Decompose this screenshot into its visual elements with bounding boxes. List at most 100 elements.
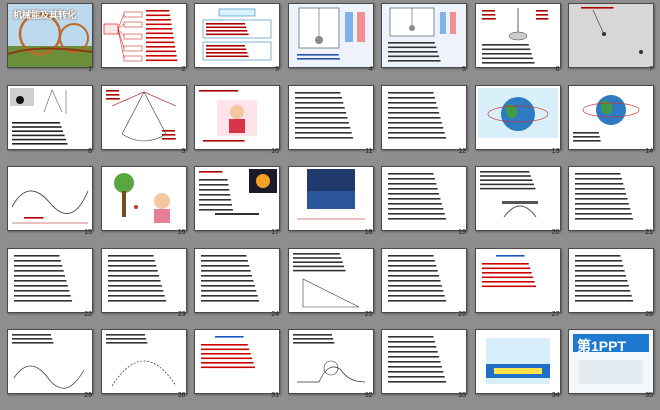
slide-thumbnail-14[interactable]: 14 xyxy=(565,82,659,163)
slide-content xyxy=(292,334,365,383)
slide-preview[interactable] xyxy=(194,3,280,68)
slide-number: 6 xyxy=(555,66,560,73)
slide-content xyxy=(202,8,272,61)
slide-preview[interactable] xyxy=(7,84,93,150)
slide-preview[interactable] xyxy=(381,329,467,394)
slide-content xyxy=(388,173,447,220)
slide-content xyxy=(201,254,260,302)
slide-thumbnail-28[interactable]: 28 xyxy=(565,245,659,326)
slide-number: 32 xyxy=(364,392,373,399)
slide-preview[interactable] xyxy=(568,3,654,68)
slide-number: 3 xyxy=(275,66,279,73)
slide-thumbnail-11[interactable]: 11 xyxy=(285,82,379,163)
slide-content xyxy=(14,254,73,302)
slide-preview[interactable] xyxy=(287,247,374,313)
slide-thumbnail-21[interactable]: 21 xyxy=(565,163,659,244)
slide-number: 27 xyxy=(551,310,560,318)
slide-thumbnail-5[interactable]: 5 xyxy=(378,0,472,81)
slide-preview[interactable] xyxy=(381,3,467,68)
slide-preview[interactable] xyxy=(474,166,561,231)
slide-preview[interactable]: 第1PPT xyxy=(568,329,654,394)
slide-number: 13 xyxy=(551,147,560,155)
slide-preview[interactable] xyxy=(568,84,654,150)
slide-preview[interactable] xyxy=(194,329,280,394)
slide-thumbnail-18[interactable]: 18 xyxy=(285,163,379,244)
slide-content xyxy=(294,91,353,139)
slide-number: 25 xyxy=(364,310,373,318)
slide-preview[interactable] xyxy=(100,329,187,394)
slide-thumbnail-22[interactable]: 22 xyxy=(4,245,98,326)
slide-content xyxy=(573,94,640,142)
slide-thumbnail-33[interactable]: 33 xyxy=(378,326,472,407)
slide-thumbnail-16[interactable]: 16 xyxy=(98,163,192,244)
slide-thumbnail-13[interactable]: 13 xyxy=(472,82,566,163)
slide-preview[interactable] xyxy=(568,166,654,231)
slide-thumbnail-23[interactable]: 23 xyxy=(98,245,192,326)
slide-thumbnail-30[interactable]: 30 xyxy=(98,326,192,407)
slide-preview[interactable] xyxy=(474,84,561,150)
slide-thumbnail-2[interactable]: 2 xyxy=(98,0,192,81)
slide-preview[interactable] xyxy=(474,247,561,313)
slide-thumbnail-34[interactable]: 34 xyxy=(472,326,566,407)
slide-preview[interactable] xyxy=(100,84,187,150)
slide-preview[interactable] xyxy=(568,247,654,313)
slide-preview[interactable] xyxy=(287,166,374,231)
slide-preview[interactable] xyxy=(381,247,467,313)
slide-preview[interactable] xyxy=(381,84,467,150)
slide-thumbnail-19[interactable]: 19 xyxy=(378,163,472,244)
slide-preview[interactable] xyxy=(100,247,187,313)
slide-number: 17 xyxy=(271,229,279,236)
slide-thumbnail-29[interactable]: 29 xyxy=(4,326,98,407)
slide-preview[interactable] xyxy=(474,3,561,68)
slide-thumbnail-15[interactable]: 15 xyxy=(4,163,98,244)
slide-preview[interactable] xyxy=(194,166,280,231)
slide-thumbnail-17[interactable]: 17 xyxy=(191,163,285,244)
slide-thumbnail-1[interactable]: 机械能及其转化 1 xyxy=(4,0,98,81)
slide-preview[interactable] xyxy=(194,247,280,313)
slide-content xyxy=(477,87,558,138)
slide-thumbnail-32[interactable]: 32 xyxy=(285,326,379,407)
slide-preview[interactable] xyxy=(194,84,280,150)
slide-thumbnail-25[interactable]: 25 xyxy=(285,245,379,326)
slide-content xyxy=(199,89,257,142)
slide-preview[interactable] xyxy=(100,3,187,68)
slide-content xyxy=(479,171,538,218)
slide-thumbnail-24[interactable]: 24 xyxy=(191,245,285,326)
slide-thumbnail-8[interactable]: 8 xyxy=(4,82,98,163)
slide-preview[interactable] xyxy=(7,329,93,394)
slide-content xyxy=(113,173,170,223)
slide-number: 14 xyxy=(645,147,653,155)
slide-thumbnail-35[interactable]: 第1PPT 35 xyxy=(565,326,659,407)
slide-number: 24 xyxy=(271,310,279,318)
slide-thumbnail-26[interactable]: 26 xyxy=(378,245,472,326)
slide-preview[interactable] xyxy=(474,329,561,394)
slide-thumbnail-6[interactable]: 6 xyxy=(472,0,566,81)
slide-preview[interactable] xyxy=(287,84,374,150)
slide-number: 35 xyxy=(645,392,653,399)
slide-thumbnail-3[interactable]: 3 xyxy=(191,0,285,81)
slide-number: 21 xyxy=(645,229,653,236)
slide-thumbnail-27[interactable]: 27 xyxy=(472,245,566,326)
slide-thumbnail-9[interactable]: 9 xyxy=(98,82,192,163)
slide-preview[interactable] xyxy=(381,166,467,231)
slide-thumbnail-10[interactable]: 10 xyxy=(191,82,285,163)
slide-preview[interactable] xyxy=(7,247,93,313)
slide-thumbnail-31[interactable]: 31 xyxy=(191,326,285,407)
slide-content xyxy=(103,10,177,62)
slide-number: 11 xyxy=(365,147,373,155)
slide-number: 33 xyxy=(458,392,466,399)
slide-number: 19 xyxy=(458,229,466,236)
slide-preview[interactable] xyxy=(100,166,187,231)
slide-preview[interactable]: 机械能及其转化 xyxy=(7,3,93,68)
slide-content xyxy=(388,254,447,302)
slide-preview[interactable] xyxy=(287,329,374,394)
slide-content xyxy=(10,87,68,145)
slide-preview[interactable] xyxy=(7,166,93,231)
slide-content xyxy=(199,169,277,215)
slide-thumbnail-12[interactable]: 12 xyxy=(378,82,472,163)
slide-thumbnail-4[interactable]: 4 xyxy=(285,0,379,81)
slide-preview[interactable] xyxy=(287,3,374,68)
slide-number: 29 xyxy=(84,392,92,399)
slide-thumbnail-7[interactable]: 7 xyxy=(565,0,659,81)
slide-thumbnail-20[interactable]: 20 xyxy=(472,163,566,244)
